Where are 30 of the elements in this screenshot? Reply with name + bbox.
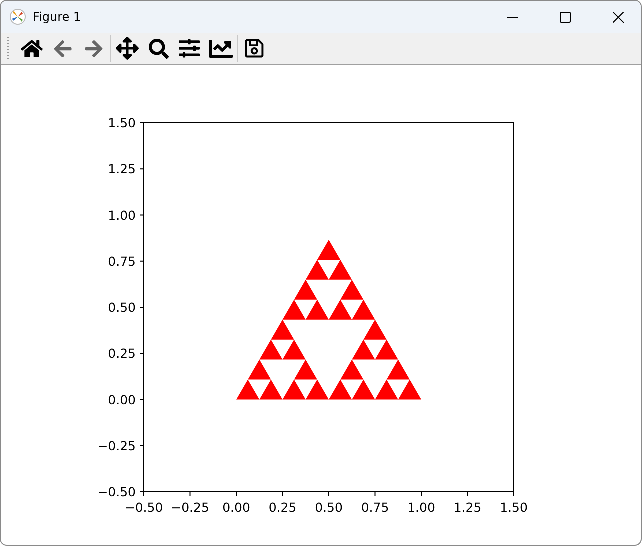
app-logo-icon	[10, 9, 26, 25]
tick-label: −0.25	[171, 500, 210, 515]
move-button[interactable]	[114, 35, 141, 62]
window-title: Figure 1	[33, 10, 82, 24]
home-icon	[20, 38, 42, 60]
tick-label: −0.25	[98, 438, 136, 454]
tick-label: 1.00	[108, 208, 136, 223]
tick-label: 0.00	[108, 392, 136, 408]
close-icon	[612, 12, 624, 22]
tick-label: 0.25	[108, 346, 136, 362]
tick-label: −0.50	[98, 484, 136, 500]
tick-label: 1.25	[108, 162, 136, 177]
tick-label: 0.00	[222, 500, 250, 515]
tick-label: 0.25	[268, 500, 297, 515]
tick-label: 0.50	[315, 500, 343, 515]
tick-label: 1.50	[108, 116, 136, 130]
move-icon	[116, 37, 139, 60]
maximize-icon	[560, 12, 570, 22]
search-icon	[148, 38, 168, 58]
tick-label: 0.50	[108, 300, 136, 315]
save-icon	[244, 38, 265, 59]
tick-label: 1.00	[408, 500, 436, 515]
arrow-left-icon	[52, 38, 72, 58]
arrow-right-icon	[84, 38, 104, 58]
tick-label: 0.75	[108, 254, 136, 269]
tick-label: 1.25	[454, 500, 482, 515]
sliders-icon	[179, 38, 200, 59]
tick-label: 0.75	[361, 500, 390, 515]
tick-label: 1.50	[500, 500, 528, 515]
tick-label: −0.50	[124, 500, 164, 515]
